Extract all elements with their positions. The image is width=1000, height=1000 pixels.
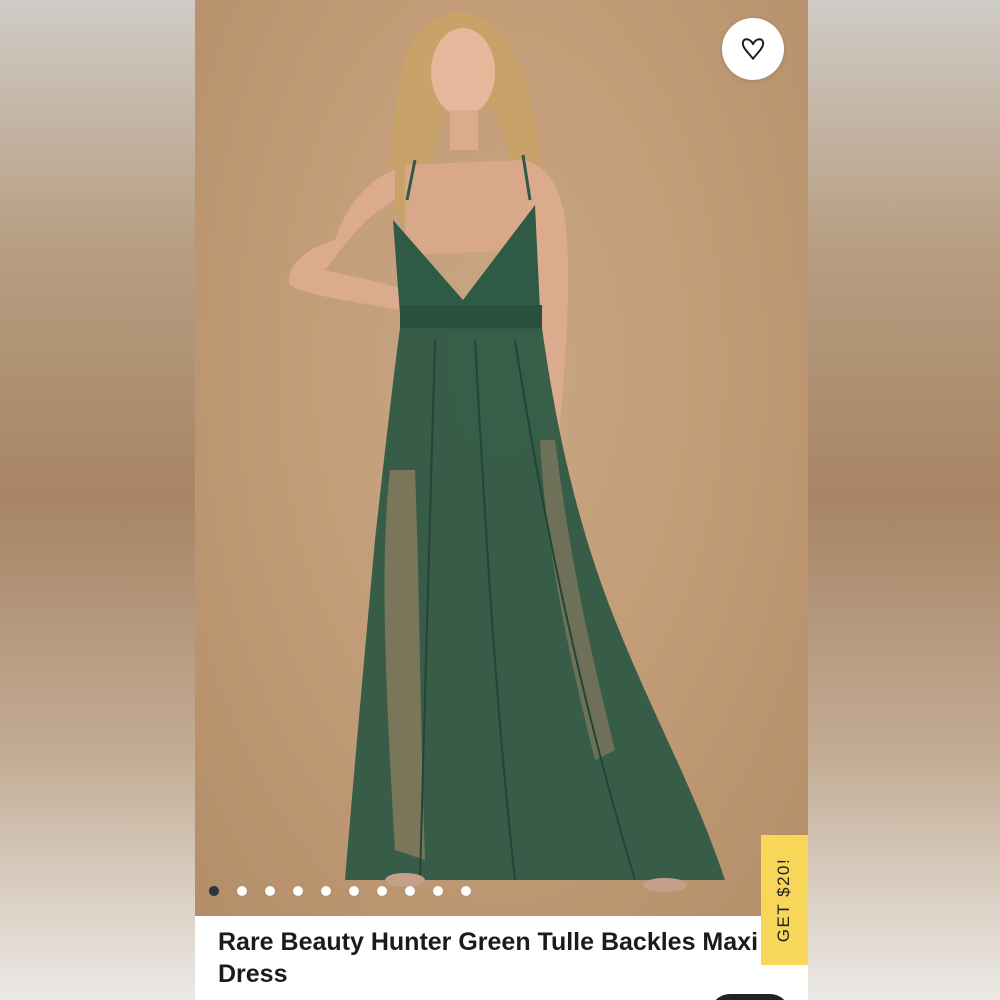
gallery-dot-1[interactable] xyxy=(209,886,219,896)
product-page: GET $20! Rare Beauty Hunter Green Tulle … xyxy=(195,0,808,1000)
gallery-dot-7[interactable] xyxy=(377,886,387,896)
product-title: Rare Beauty Hunter Green Tulle Backles M… xyxy=(218,928,759,988)
blurred-background-left xyxy=(0,0,195,1000)
gallery-dot-9[interactable] xyxy=(433,886,443,896)
gallery-dot-5[interactable] xyxy=(321,886,331,896)
gallery-dot-3[interactable] xyxy=(265,886,275,896)
gallery-dot-10[interactable] xyxy=(461,886,471,896)
promo-tab-button[interactable]: GET $20! xyxy=(761,835,808,965)
gallery-dot-8[interactable] xyxy=(405,886,415,896)
blurred-background-right xyxy=(808,0,1000,1000)
gallery-dot-4[interactable] xyxy=(293,886,303,896)
bottom-floating-button[interactable] xyxy=(710,994,790,1000)
gallery-pagination xyxy=(209,886,471,896)
model-illustration xyxy=(289,11,725,892)
heart-outline-icon xyxy=(741,38,765,60)
gallery-dot-6[interactable] xyxy=(349,886,359,896)
gallery-dot-2[interactable] xyxy=(237,886,247,896)
promo-label: GET $20! xyxy=(774,857,794,943)
product-image[interactable] xyxy=(195,0,808,916)
wishlist-button[interactable] xyxy=(722,18,784,80)
